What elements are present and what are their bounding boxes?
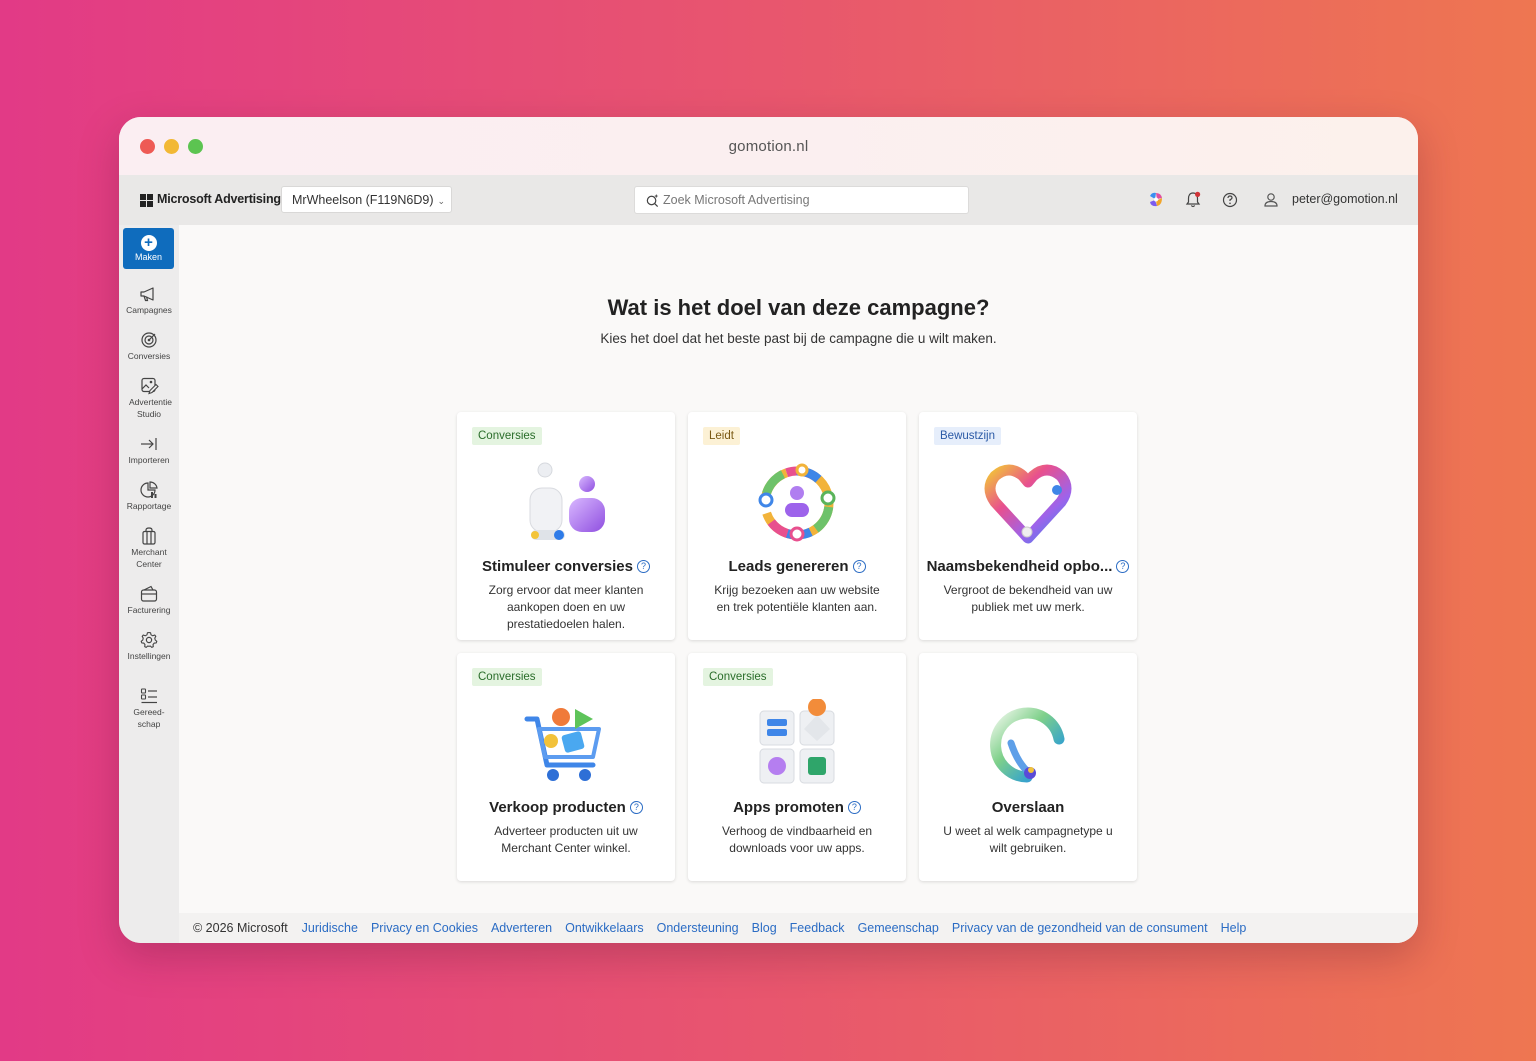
- app-grid-illustration-icon: [759, 699, 835, 784]
- tools-list-icon: [140, 688, 157, 704]
- card-title: Naamsbekendheid opbo...?: [919, 558, 1137, 575]
- sidebar-item-label: Facturering: [127, 605, 171, 615]
- sidebar-item-label: Advertentie Studio: [129, 397, 172, 419]
- card-description: Adverteer producten uit uw Merchant Cent…: [494, 824, 638, 855]
- image-edit-icon: [141, 377, 159, 395]
- chart-icon: [140, 481, 158, 498]
- card-description: Krijg bezoeken aan uw website en trek po…: [714, 583, 880, 614]
- account-name: MrWheelson (F119N6D9): [292, 193, 434, 207]
- help-circle-icon[interactable]: [1220, 190, 1240, 210]
- footer-link-help[interactable]: Help: [1221, 921, 1247, 935]
- footer-link-gemeenschap[interactable]: Gemeenschap: [858, 921, 939, 935]
- gear-icon: [140, 631, 158, 648]
- footer: © 2026 Microsoft Juridische Privacy en Coo…: [179, 913, 1418, 943]
- target-icon: [141, 332, 157, 348]
- sidebar-item-merchant-center[interactable]: Merchant Center: [119, 527, 179, 570]
- goal-card-leads-genereren[interactable]: Leidt Leads genereren? Krijg bezoeken aa…: [688, 412, 906, 640]
- window-title: gomotion.nl: [728, 138, 809, 155]
- sidebar-item-label: Merchant Center: [131, 547, 167, 569]
- leads-cycle-illustration-icon: [758, 463, 836, 542]
- title-bar: gomotion.nl: [119, 117, 1418, 175]
- sidebar: + Maken Campagnes Conversies Advertentie…: [119, 225, 179, 943]
- plus-icon: +: [140, 235, 157, 251]
- skip-arrow-illustration-icon: [990, 707, 1065, 783]
- sidebar-item-label: Gereed-schap: [133, 707, 165, 729]
- page-subtitle: Kies het doel dat het beste past bij de …: [600, 331, 997, 346]
- create-button-label: Maken: [134, 252, 162, 262]
- sidebar-item-facturering[interactable]: Facturering: [119, 585, 179, 616]
- search-box[interactable]: [634, 186, 969, 214]
- bell-icon[interactable]: [1183, 190, 1203, 210]
- sidebar-item-importeren[interactable]: Importeren: [119, 435, 179, 466]
- sidebar-item-label: Instellingen: [127, 651, 171, 661]
- card-description: Zorg ervoor dat meer klanten aankopen do…: [488, 583, 644, 631]
- conversion-people-illustration-icon: [529, 462, 605, 540]
- brand-name[interactable]: Microsoft Advertising: [157, 192, 281, 206]
- info-icon[interactable]: ?: [629, 801, 643, 814]
- card-description: Verhoog de vindbaarheid en downloads voo…: [721, 824, 873, 855]
- card-title: Overslaan: [991, 799, 1065, 816]
- footer-link-privacy[interactable]: Privacy en Cookies: [371, 921, 478, 935]
- goal-card-apps-promoten[interactable]: Conversies Apps promoten? Verhoog de vin…: [688, 653, 906, 881]
- card-title: Leads genereren?: [688, 558, 906, 575]
- card-title: Apps promoten?: [688, 799, 906, 816]
- footer-link-feedback[interactable]: Feedback: [790, 921, 845, 935]
- shopping-cart-illustration-icon: [524, 708, 601, 781]
- microsoft-logo-icon: [140, 194, 153, 207]
- card-description: Vergroot de bekendheid van uw publiek me…: [943, 583, 1113, 614]
- category-tag: Bewustzijn: [934, 427, 1001, 445]
- user-avatar-icon[interactable]: [1261, 190, 1281, 210]
- wallet-icon: [140, 585, 158, 602]
- sidebar-item-label: Importeren: [128, 455, 170, 465]
- footer-link-ontwikkelaars[interactable]: Ontwikkelaars: [565, 921, 644, 935]
- user-email[interactable]: peter@gomotion.nl: [1292, 192, 1398, 206]
- info-icon[interactable]: ?: [847, 801, 861, 814]
- card-description: U weet al welk campagnetype u wilt gebru…: [943, 824, 1113, 855]
- sidebar-item-rapportage[interactable]: Rapportage: [119, 481, 179, 512]
- heart-illustration-icon: [984, 464, 1072, 544]
- sidebar-item-label: Conversies: [127, 351, 171, 361]
- sidebar-item-advertentie-studio[interactable]: Advertentie Studio: [119, 377, 179, 420]
- footer-link-blog[interactable]: Blog: [752, 921, 777, 935]
- shopping-bag-icon: [142, 527, 156, 545]
- main-content: Wat is het doel van deze campagne? Kies …: [179, 225, 1418, 943]
- chevron-down-icon: ⌄: [437, 196, 446, 206]
- sidebar-item-label: Rapportage: [126, 501, 172, 511]
- footer-link-ondersteuning[interactable]: Ondersteuning: [657, 921, 739, 935]
- footer-link-juridische[interactable]: Juridische: [302, 921, 358, 935]
- account-selector[interactable]: MrWheelson (F119N6D9) ⌄: [281, 186, 452, 213]
- sidebar-item-label: Campagnes: [126, 305, 172, 315]
- search-icon: [646, 193, 659, 208]
- info-icon[interactable]: ?: [636, 560, 650, 573]
- category-tag: Conversies: [472, 427, 542, 445]
- megaphone-icon: [140, 287, 154, 302]
- footer-link-health-privacy[interactable]: Privacy van de gezondheid van de consume…: [952, 921, 1208, 935]
- footer-copyright: © 2026 Microsoft: [193, 921, 288, 935]
- sidebar-item-campagnes[interactable]: Campagnes: [119, 285, 179, 316]
- category-tag: Conversies: [472, 668, 542, 686]
- goal-card-verkoop-producten[interactable]: Conversies Verkoop producten? Adverteer …: [457, 653, 675, 881]
- goal-card-stimuleer-conversies[interactable]: Conversies Stimuleer conversies? Zorg er…: [457, 412, 675, 640]
- import-arrow-icon: [141, 438, 157, 450]
- card-title: Stimuleer conversies?: [457, 558, 675, 575]
- create-button[interactable]: + Maken: [123, 228, 174, 269]
- goal-card-overslaan[interactable]: Overslaan U weet al welk campagnetype u …: [919, 653, 1137, 881]
- card-title: Verkoop producten?: [457, 799, 675, 816]
- sidebar-item-gereedschap[interactable]: Gereed-schap: [119, 687, 179, 730]
- search-input[interactable]: [663, 187, 963, 213]
- page-title: Wat is het doel van deze campagne?: [607, 295, 990, 320]
- category-tag: Conversies: [703, 668, 773, 686]
- copilot-icon[interactable]: [1146, 190, 1166, 210]
- goal-card-naamsbekendheid[interactable]: Bewustzijn Naamsbekendheid opbo...? Verg…: [919, 412, 1137, 640]
- sidebar-item-conversies[interactable]: Conversies: [119, 331, 179, 362]
- browser-window: gomotion.nl Microsoft Advertising MrWhee…: [119, 117, 1418, 943]
- info-icon[interactable]: ?: [1116, 560, 1130, 573]
- footer-link-adverteren[interactable]: Adverteren: [491, 921, 552, 935]
- sidebar-item-instellingen[interactable]: Instellingen: [119, 631, 179, 662]
- info-icon[interactable]: ?: [852, 560, 866, 573]
- category-tag: Leidt: [703, 427, 740, 445]
- top-bar: Microsoft Advertising MrWheelson (F119N6…: [119, 175, 1418, 225]
